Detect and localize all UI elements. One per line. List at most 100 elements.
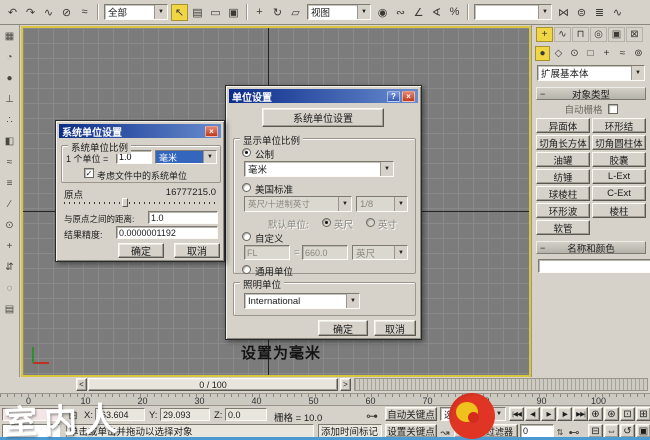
zoom-extents-all-icon[interactable]: ⊞ <box>636 407 650 421</box>
grids-tab-icon[interactable]: + <box>2 239 17 254</box>
zoom-all-icon[interactable]: ⊛ <box>604 407 619 421</box>
snap-toggle-icon[interactable]: ∠ <box>410 4 427 21</box>
cancel-button[interactable]: 取消 <box>374 320 416 336</box>
align-icon[interactable]: ⊜ <box>573 4 590 21</box>
time-slider[interactable]: 0 / 100 <box>88 378 338 391</box>
list-tab-icon[interactable]: ▤ <box>2 302 17 317</box>
motion-tab[interactable]: ◎ <box>590 27 607 42</box>
next-frame-icon[interactable]: |▶ <box>557 407 572 421</box>
arc-rotate-icon[interactable]: ↺ <box>620 424 635 438</box>
angle-snap-toggle-icon[interactable]: ∢ <box>428 4 445 21</box>
use-pivot-point-center-icon[interactable]: ◉ <box>374 4 391 21</box>
select-and-manipulate-icon[interactable]: ∾ <box>392 4 409 21</box>
hierarchy-tab[interactable]: ⊓ <box>572 27 589 42</box>
previous-frame-button[interactable]: < <box>76 378 87 391</box>
close-icon[interactable]: × <box>402 91 415 102</box>
track-bar-ticks[interactable] <box>354 378 648 391</box>
layer-manager-icon[interactable]: ≣ <box>591 4 608 21</box>
modifiers-tab-icon[interactable]: ≡ <box>2 176 17 191</box>
window-crossing-toggle-icon[interactable]: ▣ <box>225 4 242 21</box>
modeling-tab-icon[interactable]: ∕ <box>2 197 17 212</box>
select-and-move-icon[interactable]: + <box>251 4 268 21</box>
metric-unit-dropdown[interactable]: 毫米 ▼ <box>244 161 394 177</box>
previous-frame-icon[interactable]: ◀| <box>525 407 540 421</box>
shapes-tab-icon[interactable]: ◔ <box>2 50 17 65</box>
rectangular-region-icon[interactable]: ▭ <box>207 4 224 21</box>
auto-key-button[interactable]: 自动关键点 <box>385 407 437 421</box>
dropdown-arrow-icon[interactable]: ▼ <box>380 162 393 176</box>
select-object-icon[interactable]: ↖ <box>171 4 188 21</box>
dropdown-arrow-icon[interactable]: ▼ <box>203 151 216 163</box>
dropdown-arrow-icon[interactable]: ▼ <box>538 5 551 19</box>
select-and-scale-icon[interactable]: ▱ <box>287 4 304 21</box>
dropdown-arrow-icon[interactable]: ▼ <box>346 294 359 308</box>
redo-icon[interactable]: ↷ <box>22 4 39 21</box>
shapes-category-icon[interactable]: ◇ <box>551 46 566 61</box>
systems-category-icon[interactable]: ⊚ <box>631 46 646 61</box>
mirror-icon[interactable]: ⋈ <box>555 4 572 21</box>
object-type-button[interactable]: 环形波 <box>536 203 590 218</box>
null-tab-icon[interactable]: ◌ <box>2 281 17 296</box>
display-tab[interactable]: ▣ <box>608 27 625 42</box>
autogrid-checkbox[interactable] <box>608 104 618 114</box>
current-frame-field[interactable]: 0 <box>520 424 554 438</box>
object-type-button[interactable]: 棱柱 <box>592 203 646 218</box>
respect-units-checkbox[interactable]: ✓ <box>84 168 94 178</box>
space-warps-category-icon[interactable]: ≈ <box>615 46 630 61</box>
selection-filter-dropdown[interactable]: 全部 ▼ <box>104 4 168 20</box>
object-type-button[interactable]: 胶囊 <box>592 152 646 167</box>
object-name-input[interactable] <box>538 259 650 273</box>
close-icon[interactable]: × <box>205 126 218 137</box>
rendering-tab-icon[interactable]: ⊙ <box>2 218 17 233</box>
object-type-button[interactable]: 球棱柱 <box>536 186 590 201</box>
custom-radio[interactable] <box>242 232 251 241</box>
cancel-button[interactable]: 取消 <box>174 243 220 258</box>
object-type-button[interactable]: C-Ext <box>592 186 646 201</box>
object-type-button[interactable]: 异面体 <box>536 118 590 133</box>
origin-slider-handle[interactable] <box>122 198 128 207</box>
helpers-category-icon[interactable]: + <box>599 46 614 61</box>
collapse-icon[interactable]: − <box>540 89 545 99</box>
us-standard-radio[interactable] <box>242 183 251 192</box>
create-tab[interactable]: + <box>536 27 553 42</box>
modify-tab[interactable]: ∿ <box>554 27 571 42</box>
object-type-button[interactable]: 纺锤 <box>536 169 590 184</box>
object-type-button[interactable]: 切角圆柱体 <box>592 135 646 150</box>
primitive-type-dropdown[interactable]: 扩展基本体 ▼ <box>537 65 645 81</box>
add-time-tag[interactable]: 添加时间标记 <box>318 424 382 438</box>
generic-units-radio[interactable] <box>242 265 251 274</box>
zoom-icon[interactable]: ⊕ <box>588 407 603 421</box>
space-warps-tab-icon[interactable]: ≈ <box>2 155 17 170</box>
objects-tab-icon[interactable]: ▦ <box>2 29 17 44</box>
dialog-titlebar[interactable]: 单位设置 ? × <box>229 89 418 103</box>
lighting-unit-dropdown[interactable]: International ▼ <box>244 293 360 309</box>
lights-cameras-tab-icon[interactable]: ⊥ <box>2 92 17 107</box>
z-coordinate-field[interactable]: 0.0 <box>225 408 267 421</box>
play-animation-icon[interactable]: ▶ <box>541 407 556 421</box>
zoom-extents-icon[interactable]: ⊡ <box>620 407 635 421</box>
ok-button[interactable]: 确定 <box>318 320 368 336</box>
region-zoom-icon[interactable]: ⊟ <box>588 424 603 438</box>
cameras-category-icon[interactable]: □ <box>583 46 598 61</box>
go-to-start-icon[interactable]: |◀◀ <box>509 407 524 421</box>
geometry-category-icon[interactable]: ● <box>535 46 550 61</box>
set-key-button[interactable]: 设置关键点 <box>385 424 437 438</box>
object-type-rollout[interactable]: − 对象类型 <box>536 87 646 100</box>
lights-category-icon[interactable]: ⊙ <box>567 46 582 61</box>
particles-tab-icon[interactable]: ∴ <box>2 113 17 128</box>
unit-type-dropdown[interactable]: 毫米 ▼ <box>155 150 217 164</box>
object-type-button[interactable]: 切角长方体 <box>536 135 590 150</box>
min-max-toggle-icon[interactable]: ▣ <box>636 424 650 438</box>
select-and-rotate-icon[interactable]: ↻ <box>269 4 286 21</box>
unlink-selection-icon[interactable]: ⊘ <box>58 4 75 21</box>
reference-coordinate-dropdown[interactable]: 视图 ▼ <box>307 4 371 20</box>
go-to-end-icon[interactable]: ▶▶| <box>573 407 588 421</box>
utilities-tab[interactable]: ⊠ <box>626 27 643 42</box>
collapse-icon[interactable]: − <box>540 243 545 253</box>
named-selection-dropdown[interactable]: ▼ <box>474 4 552 20</box>
origin-slider[interactable] <box>64 199 216 207</box>
dropdown-arrow-icon[interactable]: ▼ <box>357 5 370 19</box>
percent-snap-toggle-icon[interactable]: % <box>446 4 463 21</box>
object-type-button[interactable]: 环形结 <box>592 118 646 133</box>
metric-radio[interactable] <box>242 148 251 157</box>
